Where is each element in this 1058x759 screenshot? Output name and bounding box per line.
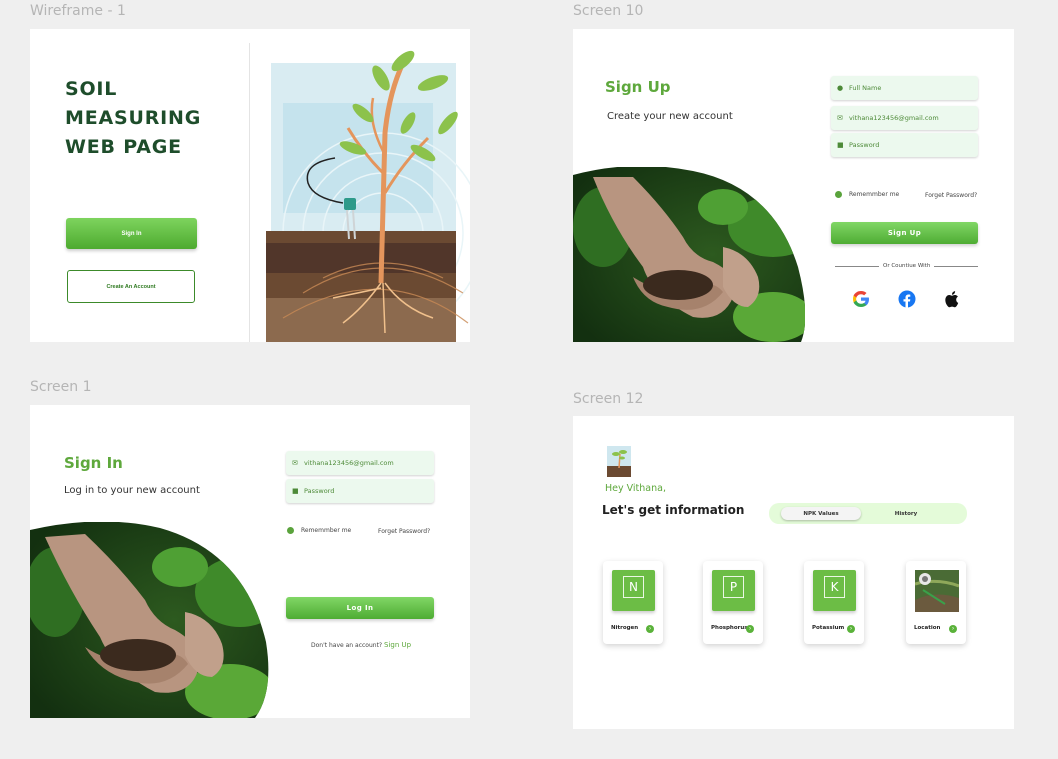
log-in-button[interactable]: Log In [286,597,434,619]
forgot-password-link[interactable]: Forget Password? [925,192,977,199]
arrow-right-icon[interactable]: › [646,625,654,633]
phosphorus-card[interactable]: P Phosphorus › [703,561,763,644]
frame-label-wireframe: Wireframe - 1 [30,3,126,19]
or-continue-label: Or Countiue With [883,263,931,269]
password-field[interactable]: ■ Password [831,133,978,157]
password-placeholder: Password [304,487,335,495]
no-account-text: Don't have an account? [311,642,383,649]
signup-screen: Sign Up Create your new account ● Full N… [573,29,1014,342]
dashboard-screen: Hey Vithana, Let's get information NPK V… [573,416,1014,729]
password-field[interactable]: ■ Password [286,479,434,503]
facebook-icon[interactable] [897,289,917,309]
email-field[interactable]: ✉ vithana123456@gmail.com [286,451,434,475]
or-continue-divider: Or Countiue With [831,263,982,269]
phosphorus-label: Phosphorus [711,625,748,631]
potassium-label: Potassium [812,625,845,631]
arrow-right-icon[interactable]: › [949,625,957,633]
signup-title: Sign Up [605,78,671,96]
landing-title: SOIL MEASURING WEB PAGE [65,75,201,162]
google-icon[interactable] [851,289,871,309]
frame-label-screen12: Screen 12 [573,391,644,407]
sign-up-link[interactable]: Sign Up [384,641,411,649]
remember-me-toggle[interactable]: Rememmber me [835,191,899,198]
check-icon [835,191,842,198]
avatar[interactable] [607,446,631,477]
divider [249,43,250,342]
signup-subtitle: Create your new account [607,111,733,122]
create-account-button[interactable]: Create An Account [67,270,195,303]
title-line-2: MEASURING [65,107,202,129]
location-label: Location [914,625,941,631]
soil-sensor-illustration [266,50,470,342]
forgot-password-link[interactable]: Forget Password? [378,528,430,535]
lock-icon: ■ [292,487,299,495]
remember-me-label: Rememmber me [301,527,352,534]
frame-label-screen1: Screen 1 [30,379,92,395]
hands-soil-photo [573,167,805,342]
potassium-card[interactable]: K Potassium › [804,561,864,644]
nitrogen-card[interactable]: N Nitrogen › [603,561,663,644]
signin-subtitle: Log in to your new account [64,485,200,496]
remember-me-label: Rememmber me [849,191,900,198]
phosphorus-tile: P [712,570,755,611]
full-name-field[interactable]: ● Full Name [831,76,978,100]
email-value: vithana123456@gmail.com [849,114,939,122]
lock-icon: ■ [837,141,844,149]
tab-history[interactable]: History [879,507,933,520]
apple-icon[interactable] [942,289,962,309]
remember-me-toggle[interactable]: Rememmber me [287,527,351,534]
sign-in-button[interactable]: Sign In [66,218,197,249]
email-field[interactable]: ✉ vithana123456@gmail.com [831,106,978,130]
tab-bar: NPK Values History [769,503,967,524]
wireframe-frame: SOIL MEASURING WEB PAGE Sign In Create A… [30,29,470,342]
hands-soil-photo [30,522,270,718]
signin-screen: Sign In Log in to your new account ✉ vit… [30,405,470,718]
check-icon [287,527,294,534]
user-icon: ● [837,84,844,92]
full-name-placeholder: Full Name [849,84,882,92]
potassium-tile: K [813,570,856,611]
signin-title: Sign In [64,454,123,472]
potassium-symbol: K [824,576,845,598]
password-placeholder: Password [849,141,880,149]
phosphorus-symbol: P [723,576,744,598]
arrow-right-icon[interactable]: › [746,625,754,633]
nitrogen-label: Nitrogen [611,625,639,631]
frame-label-screen10: Screen 10 [573,3,644,19]
signup-prompt: Don't have an account? Sign Up [311,641,411,649]
email-value: vithana123456@gmail.com [304,459,394,467]
nitrogen-tile: N [612,570,655,611]
arrow-right-icon[interactable]: › [847,625,855,633]
sign-up-button[interactable]: Sign Up [831,222,978,244]
nitrogen-symbol: N [623,576,644,598]
location-map-thumbnail [915,570,959,612]
location-card[interactable]: Location › [906,561,966,644]
tab-npk-values[interactable]: NPK Values [781,507,861,520]
title-line-1: SOIL [65,78,118,100]
mail-icon: ✉ [292,459,298,467]
title-line-3: WEB PAGE [65,136,182,158]
greeting: Hey Vithana, [605,483,666,494]
mail-icon: ✉ [837,114,843,122]
page-heading: Let's get information [602,503,745,517]
